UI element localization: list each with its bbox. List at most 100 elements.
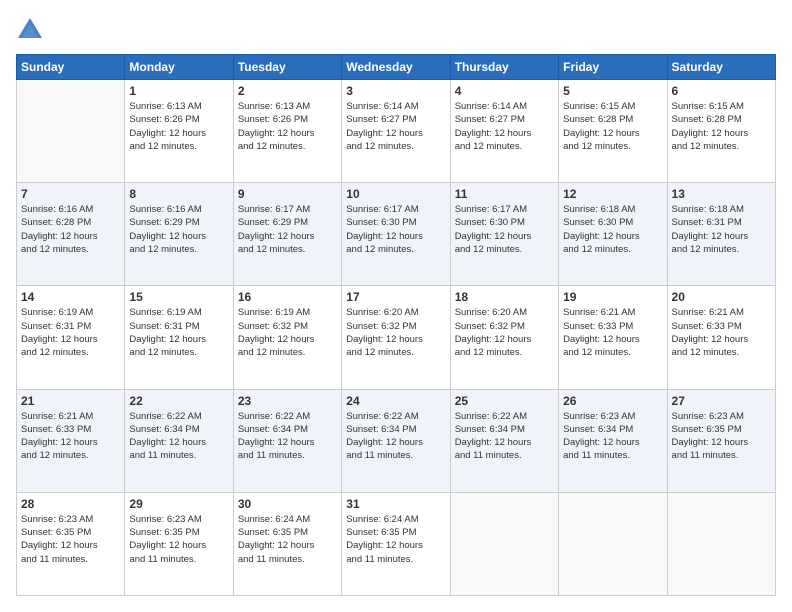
calendar-cell: 20 Sunrise: 6:21 AM Sunset: 6:33 PM Dayli… [667,286,775,389]
page: SundayMondayTuesdayWednesdayThursdayFrid… [0,0,792,612]
calendar-cell: 28 Sunrise: 6:23 AM Sunset: 6:35 PM Dayli… [17,492,125,595]
logo [16,16,48,44]
day-info: Sunrise: 6:14 AM Sunset: 6:27 PM Dayligh… [455,100,554,153]
header [16,16,776,44]
day-info: Sunrise: 6:22 AM Sunset: 6:34 PM Dayligh… [346,410,445,463]
calendar-week-row: 1 Sunrise: 6:13 AM Sunset: 6:26 PM Daylig… [17,80,776,183]
day-number: 14 [21,290,120,304]
day-info: Sunrise: 6:17 AM Sunset: 6:30 PM Dayligh… [455,203,554,256]
calendar-cell: 22Sunrise: 6:22 AM Sunset: 6:34 PM Dayli… [125,389,233,492]
day-info: Sunrise: 6:24 AM Sunset: 6:35 PM Dayligh… [238,513,337,566]
day-number: 26 [563,394,662,408]
day-info: Sunrise: 6:19 AM Sunset: 6:31 PM Dayligh… [129,306,228,359]
calendar-cell: 30 Sunrise: 6:24 AM Sunset: 6:35 PM Dayli… [233,492,341,595]
day-number: 6 [672,84,771,98]
logo-icon [16,16,44,44]
day-info: Sunrise: 6:13 AM Sunset: 6:26 PM Dayligh… [238,100,337,153]
calendar-week-row: 21 Sunrise: 6:21 AM Sunset: 6:33 PM Dayli… [17,389,776,492]
calendar-cell: 12 Sunrise: 6:18 AM Sunset: 6:30 PM Dayli… [559,183,667,286]
day-info: Sunrise: 6:13 AM Sunset: 6:26 PM Dayligh… [129,100,228,153]
day-number: 8 [129,187,228,201]
day-number: 28 [21,497,120,511]
day-info: Sunrise: 6:20 AM Sunset: 6:32 PM Dayligh… [346,306,445,359]
calendar-cell: 27 Sunrise: 6:23 AM Sunset: 6:35 PM Dayli… [667,389,775,492]
calendar-cell: 15 Sunrise: 6:19 AM Sunset: 6:31 PM Dayli… [125,286,233,389]
day-info: Sunrise: 6:19 AM Sunset: 6:32 PM Dayligh… [238,306,337,359]
day-info: Sunrise: 6:17 AM Sunset: 6:30 PM Dayligh… [346,203,445,256]
day-info: Sunrise: 6:23 AM Sunset: 6:35 PM Dayligh… [672,410,771,463]
day-info: Sunrise: 6:22 AM Sunset: 6:34 PM Dayligh… [455,410,554,463]
calendar-cell: 6 Sunrise: 6:15 AM Sunset: 6:28 PM Daylig… [667,80,775,183]
day-info: Sunrise: 6:17 AM Sunset: 6:29 PM Dayligh… [238,203,337,256]
calendar-cell: 25 Sunrise: 6:22 AM Sunset: 6:34 PM Dayli… [450,389,558,492]
day-info: Sunrise: 6:21 AM Sunset: 6:33 PM Dayligh… [672,306,771,359]
day-info: Sunrise: 6:14 AM Sunset: 6:27 PM Dayligh… [346,100,445,153]
calendar-header-friday: Friday [559,55,667,80]
day-number: 23 [238,394,337,408]
calendar-header-tuesday: Tuesday [233,55,341,80]
day-number: 30 [238,497,337,511]
calendar-header-sunday: Sunday [17,55,125,80]
calendar-cell: 2 Sunrise: 6:13 AM Sunset: 6:26 PM Daylig… [233,80,341,183]
day-number: 18 [455,290,554,304]
calendar-cell: 9 Sunrise: 6:17 AM Sunset: 6:29 PM Daylig… [233,183,341,286]
calendar-cell: 21 Sunrise: 6:21 AM Sunset: 6:33 PM Dayli… [17,389,125,492]
day-number: 25 [455,394,554,408]
day-info: Sunrise: 6:15 AM Sunset: 6:28 PM Dayligh… [672,100,771,153]
day-number: 19 [563,290,662,304]
day-number: 12 [563,187,662,201]
day-info: Sunrise: 6:23 AM Sunset: 6:34 PM Dayligh… [563,410,662,463]
day-number: 29 [129,497,228,511]
day-number: 7 [21,187,120,201]
day-info: Sunrise: 6:16 AM Sunset: 6:29 PM Dayligh… [129,203,228,256]
day-number: 16 [238,290,337,304]
day-number: 9 [238,187,337,201]
day-number: 1 [129,84,228,98]
day-number: 20 [672,290,771,304]
calendar-cell [450,492,558,595]
day-number: 15 [129,290,228,304]
day-number: 5 [563,84,662,98]
day-number: 13 [672,187,771,201]
calendar-cell: 24Sunrise: 6:22 AM Sunset: 6:34 PM Dayli… [342,389,450,492]
calendar-cell: 8 Sunrise: 6:16 AM Sunset: 6:29 PM Daylig… [125,183,233,286]
day-number: 17 [346,290,445,304]
calendar-cell [667,492,775,595]
calendar-header-saturday: Saturday [667,55,775,80]
calendar-cell: 14 Sunrise: 6:19 AM Sunset: 6:31 PM Dayli… [17,286,125,389]
day-info: Sunrise: 6:24 AM Sunset: 6:35 PM Dayligh… [346,513,445,566]
calendar-cell: 19Sunrise: 6:21 AM Sunset: 6:33 PM Dayli… [559,286,667,389]
calendar-cell: 16 Sunrise: 6:19 AM Sunset: 6:32 PM Dayli… [233,286,341,389]
calendar-cell: 3 Sunrise: 6:14 AM Sunset: 6:27 PM Daylig… [342,80,450,183]
day-number: 3 [346,84,445,98]
day-number: 27 [672,394,771,408]
calendar-week-row: 14 Sunrise: 6:19 AM Sunset: 6:31 PM Dayli… [17,286,776,389]
day-info: Sunrise: 6:23 AM Sunset: 6:35 PM Dayligh… [129,513,228,566]
calendar-cell: 23 Sunrise: 6:22 AM Sunset: 6:34 PM Dayli… [233,389,341,492]
day-info: Sunrise: 6:21 AM Sunset: 6:33 PM Dayligh… [21,410,120,463]
day-number: 22 [129,394,228,408]
day-info: Sunrise: 6:16 AM Sunset: 6:28 PM Dayligh… [21,203,120,256]
day-number: 2 [238,84,337,98]
day-info: Sunrise: 6:23 AM Sunset: 6:35 PM Dayligh… [21,513,120,566]
day-info: Sunrise: 6:19 AM Sunset: 6:31 PM Dayligh… [21,306,120,359]
day-number: 10 [346,187,445,201]
calendar-week-row: 28 Sunrise: 6:23 AM Sunset: 6:35 PM Dayli… [17,492,776,595]
calendar-cell: 26 Sunrise: 6:23 AM Sunset: 6:34 PM Dayli… [559,389,667,492]
day-info: Sunrise: 6:22 AM Sunset: 6:34 PM Dayligh… [238,410,337,463]
calendar-header-thursday: Thursday [450,55,558,80]
day-number: 31 [346,497,445,511]
calendar-cell: 31 Sunrise: 6:24 AM Sunset: 6:35 PM Dayli… [342,492,450,595]
calendar-header-row: SundayMondayTuesdayWednesdayThursdayFrid… [17,55,776,80]
calendar-week-row: 7 Sunrise: 6:16 AM Sunset: 6:28 PM Daylig… [17,183,776,286]
calendar-cell: 17 Sunrise: 6:20 AM Sunset: 6:32 PM Dayli… [342,286,450,389]
day-info: Sunrise: 6:15 AM Sunset: 6:28 PM Dayligh… [563,100,662,153]
day-number: 21 [21,394,120,408]
day-number: 4 [455,84,554,98]
calendar-cell: 5 Sunrise: 6:15 AM Sunset: 6:28 PM Daylig… [559,80,667,183]
day-info: Sunrise: 6:18 AM Sunset: 6:31 PM Dayligh… [672,203,771,256]
calendar-header-wednesday: Wednesday [342,55,450,80]
calendar-cell: 1 Sunrise: 6:13 AM Sunset: 6:26 PM Daylig… [125,80,233,183]
calendar-cell: 7 Sunrise: 6:16 AM Sunset: 6:28 PM Daylig… [17,183,125,286]
day-info: Sunrise: 6:18 AM Sunset: 6:30 PM Dayligh… [563,203,662,256]
